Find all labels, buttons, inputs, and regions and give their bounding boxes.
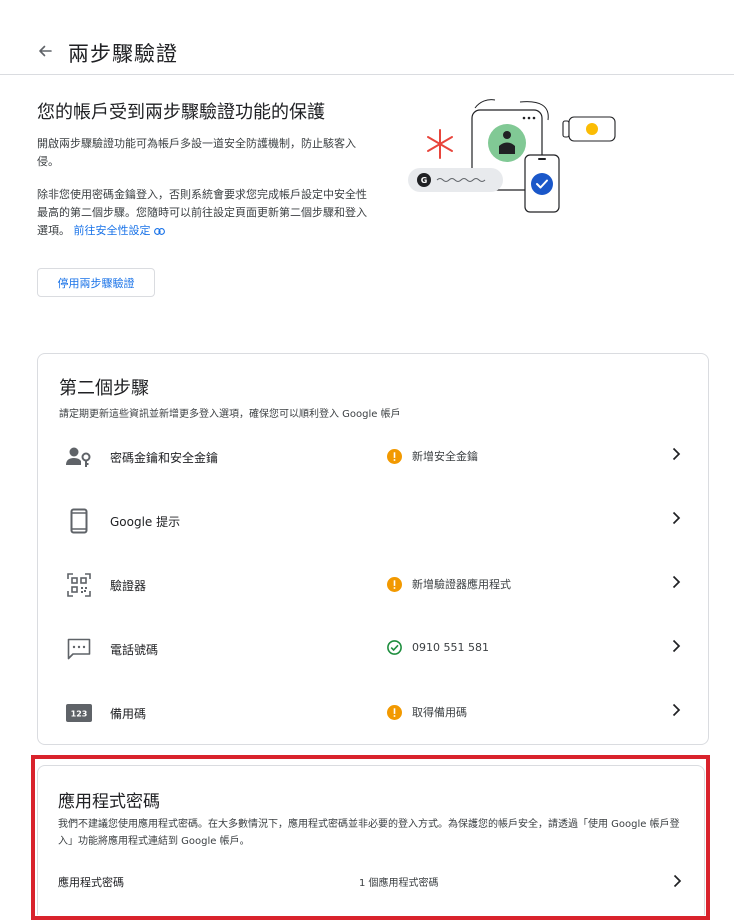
svg-text:G: G	[421, 176, 428, 185]
qr-code-icon	[65, 571, 93, 599]
second-step-title: 第二個步驟	[59, 378, 149, 399]
security-illustration: G	[408, 99, 616, 213]
row-authenticator[interactable]: 驗證器 新增驗證器應用程式	[39, 553, 709, 617]
warning-icon	[387, 448, 402, 464]
row-phone-number[interactable]: 電話號碼 0910 551 581	[39, 617, 709, 681]
row-label: 電話號碼	[110, 643, 159, 657]
disable-2sv-button[interactable]: 停用兩步驟驗證	[37, 268, 155, 297]
link-icon	[154, 227, 165, 235]
row-status: 新增驗證器應用程式	[387, 576, 511, 592]
row-google-prompt[interactable]: Google 提示	[39, 489, 709, 553]
page-title: 兩步驟驗證	[68, 42, 178, 66]
row-label: Google 提示	[110, 515, 181, 529]
intro-paragraph: 除非您使用密碼金鑰登入，否則系統會要求您完成帳戶設定中安全性最高的第二個步驟。您…	[37, 186, 367, 240]
page-header: 兩步驟驗證	[0, 0, 734, 75]
arrow-back-icon	[39, 45, 52, 57]
intro-paragraph: 開啟兩步驟驗證功能可為帳戶多設一道安全防護機制，防止駭客入侵。	[37, 137, 356, 168]
second-step-card: 第二個步驟 請定期更新這些資訊並新增更多登入選項，確保您可以順利登入 Googl…	[37, 353, 709, 745]
chevron-right-icon	[672, 575, 681, 589]
chevron-right-icon	[672, 511, 681, 525]
passkey-icon	[65, 443, 93, 471]
row-label: 密碼金鑰和安全金鑰	[110, 451, 219, 465]
chevron-right-icon	[672, 639, 681, 653]
row-status: 新增安全金鑰	[387, 448, 478, 464]
intro-title: 您的帳戶受到兩步驟驗證功能的保護	[37, 102, 325, 123]
row-status: 0910 551 581	[387, 640, 489, 655]
phone-icon	[65, 507, 93, 535]
warning-icon	[387, 704, 402, 720]
second-step-description: 請定期更新這些資訊並新增更多登入選項，確保您可以順利登入 Google 帳戶	[59, 409, 401, 420]
row-label: 驗證器	[110, 579, 147, 593]
row-label: 備用碼	[110, 707, 147, 721]
svg-text:123: 123	[71, 710, 88, 719]
warning-icon	[387, 576, 402, 592]
asterisk-icon	[427, 129, 453, 159]
row-backup-codes[interactable]: 123 備用碼 取得備用碼	[39, 681, 709, 745]
chevron-right-icon	[672, 447, 681, 461]
sms-icon	[65, 635, 93, 663]
row-passkeys[interactable]: 密碼金鑰和安全金鑰 新增安全金鑰	[39, 425, 709, 489]
back-button[interactable]	[30, 36, 60, 66]
backup-codes-icon: 123	[65, 699, 93, 727]
check-circle-icon	[387, 640, 402, 655]
row-status: 取得備用碼	[387, 704, 467, 720]
chevron-right-icon	[672, 703, 681, 717]
highlight-box	[31, 755, 710, 920]
security-settings-link[interactable]: 前往安全性設定	[74, 224, 166, 237]
